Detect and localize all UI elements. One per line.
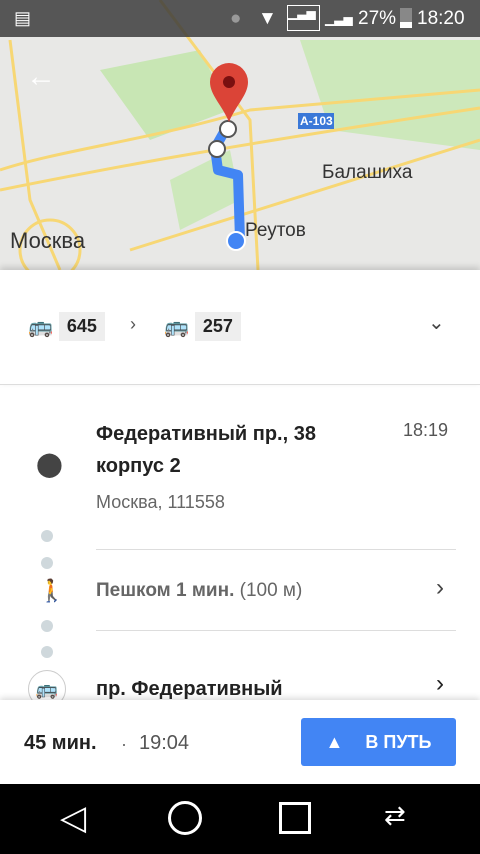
separator: ·	[121, 734, 127, 754]
wifi-icon: ▼	[258, 7, 277, 29]
bus-icon: 🚌	[28, 316, 53, 338]
walk-distance: (100 м)	[239, 580, 303, 601]
origin-time: 18:19	[403, 420, 449, 440]
origin-title: Федеративный пр., 38 корпус 2	[96, 423, 316, 477]
map-label-reutov: Реутов	[245, 220, 306, 241]
message-icon: ▤	[14, 8, 32, 28]
route-summary[interactable]: 🚌 645 › 🚌 257 ⌄	[0, 270, 480, 385]
origin-subtitle: Москва, 111558	[96, 492, 225, 512]
trip-duration: 45 мин.	[24, 732, 97, 754]
back-icon[interactable]: ◁	[60, 798, 86, 838]
chevron-down-icon[interactable]: ⌄	[428, 310, 445, 335]
bottom-bar: 45 мин. · 19:04 ▲ В ПУТЬ	[0, 700, 480, 784]
map-view[interactable]: A-103 Балашиха Реутов Москва ←	[0, 0, 480, 270]
battery-icon	[400, 8, 412, 28]
road-label: A-103	[300, 114, 333, 128]
start-label: В ПУТЬ	[365, 731, 432, 752]
system-nav-bar: ◁ ⇄	[0, 784, 480, 854]
walk-label: Пешком 1 мин.	[96, 580, 235, 601]
home-icon[interactable]	[168, 801, 202, 835]
route-257: 🚌 257	[164, 312, 241, 341]
chevron-right-icon: ›	[436, 574, 444, 601]
recents-icon[interactable]	[279, 802, 311, 834]
route-badge: 645	[58, 312, 105, 341]
start-navigation-button[interactable]: ▲ В ПУТЬ	[301, 718, 456, 766]
walk-icon: 🚶	[38, 578, 66, 603]
map-label-balashikha: Балашиха	[322, 162, 413, 183]
map-label-moscow: Москва	[10, 228, 86, 253]
location-icon: ●	[230, 7, 242, 29]
chevron-right-icon: ›	[130, 314, 136, 334]
arrival-time: 19:04	[139, 732, 190, 754]
status-bar: ▤ ● ▼ ▁▃▅ ▁▃▅ 27% 18:20	[0, 0, 480, 37]
stop-label: пр. Федеративный	[96, 678, 283, 700]
location-pin-icon: ⬤	[36, 451, 63, 478]
navigation-arrow-icon: ▲	[325, 731, 344, 752]
signal-sim1-icon: ▁▃▅	[287, 5, 320, 31]
steps-list: Федеративный пр., 38 корпус 2 18:19 Моск…	[0, 386, 480, 700]
back-arrow-icon[interactable]: ←	[26, 60, 58, 93]
route-badge: 257	[194, 312, 241, 341]
bus-icon: 🚌	[28, 670, 66, 700]
signal-sim2-icon: ▁▃▅	[325, 12, 353, 26]
switch-sim-icon[interactable]: ⇄	[384, 800, 406, 831]
route-645: 🚌 645	[28, 312, 105, 341]
clock: 18:20	[417, 7, 465, 29]
battery-percent: 27%	[358, 7, 397, 29]
chevron-right-icon: ›	[436, 670, 444, 697]
bus-icon: 🚌	[164, 316, 189, 338]
